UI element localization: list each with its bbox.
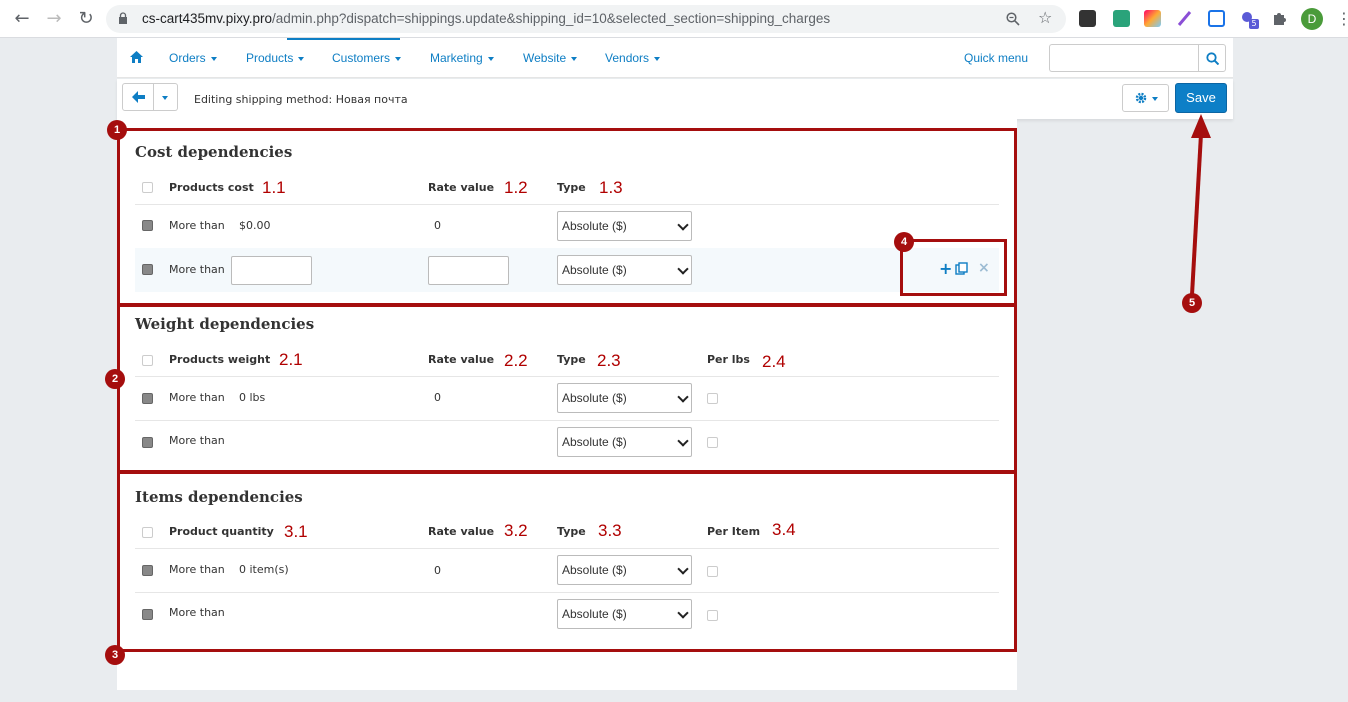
annotation-label: 2.3: [597, 351, 621, 370]
annotation-label: 2.4: [762, 352, 786, 371]
url-text: cs-cart435mv.pixy.pro/admin.php?dispatch…: [142, 11, 831, 26]
annotation-box-cost: [117, 128, 1017, 306]
settings-dropdown-button[interactable]: [1122, 84, 1169, 112]
annotation-box-items: [117, 471, 1017, 652]
annotation-badge-1: 1: [107, 120, 127, 140]
feather-extension-icon[interactable]: [1176, 10, 1193, 27]
annotation-label: 3.4: [772, 520, 796, 539]
nav-website[interactable]: Website: [523, 51, 578, 65]
annotation-badge-3: 3: [105, 645, 125, 665]
annotation-label: 2.1: [279, 350, 303, 369]
mail-extension-icon[interactable]: [1113, 10, 1130, 27]
selenium-extension-icon[interactable]: [1079, 10, 1096, 27]
arrow-left-icon: [132, 91, 145, 103]
annotation-arrow: [1190, 114, 1211, 296]
admin-search-input[interactable]: [1049, 44, 1199, 72]
browser-toolbar: ← → ↻ cs-cart435mv.pixy.pro/admin.php?di…: [0, 0, 1348, 38]
annotation-label: 2.2: [504, 351, 528, 370]
annotation-box-weight: [117, 304, 1017, 473]
back-arrow-icon[interactable]: ←: [12, 9, 32, 29]
puzzle-extensions-icon[interactable]: [1271, 10, 1288, 27]
page-title: Editing shipping method: Новая почта: [194, 93, 408, 106]
quick-menu-link[interactable]: Quick menu: [964, 51, 1028, 65]
settings-extension-icon[interactable]: 5: [1240, 10, 1259, 29]
annotation-badge-2: 2: [105, 369, 125, 389]
address-bar[interactable]: cs-cart435mv.pixy.pro/admin.php?dispatch…: [106, 5, 1066, 33]
annotation-box-row-actions: [900, 239, 1007, 296]
nav-orders[interactable]: Orders: [169, 51, 217, 65]
action-toolbar: Editing shipping method: Новая почта Sav…: [117, 79, 1233, 119]
home-icon[interactable]: [130, 51, 143, 63]
annotation-label: 3.2: [504, 521, 528, 540]
nav-marketing[interactable]: Marketing: [430, 51, 494, 65]
image-extension-icon[interactable]: [1208, 10, 1225, 27]
annotation-badge-4: 4: [894, 232, 914, 252]
lock-icon: [119, 12, 127, 24]
annotation-label: 3.3: [598, 521, 622, 540]
search-icon: [1206, 52, 1219, 65]
back-button[interactable]: [122, 83, 154, 111]
chevron-down-icon: [162, 96, 168, 100]
zoom-icon[interactable]: [1006, 12, 1020, 26]
nav-active-indicator: [287, 38, 400, 40]
search-button[interactable]: [1198, 44, 1226, 72]
profile-avatar[interactable]: D: [1301, 8, 1323, 30]
admin-top-nav: Orders Products Customers Marketing Webs…: [117, 38, 1233, 78]
extension-badge: 5: [1249, 19, 1259, 29]
more-menu-icon[interactable]: ⋮: [1336, 9, 1348, 28]
nav-customers[interactable]: Customers: [332, 51, 402, 65]
save-button[interactable]: Save: [1175, 83, 1227, 113]
nav-products[interactable]: Products: [246, 51, 305, 65]
reload-icon[interactable]: ↻: [76, 9, 96, 29]
annotation-label: 1.3: [599, 178, 623, 197]
annotation-label: 3.1: [284, 522, 308, 541]
annotation-label: 1.1: [262, 178, 286, 197]
star-icon[interactable]: ☆: [1038, 8, 1052, 27]
nav-vendors[interactable]: Vendors: [605, 51, 661, 65]
back-dropdown-button[interactable]: [154, 83, 178, 111]
color-extension-icon[interactable]: [1144, 10, 1161, 27]
caret-down-icon: [1152, 97, 1158, 101]
annotation-label: 1.2: [504, 178, 528, 197]
gear-icon: [1135, 92, 1147, 104]
forward-arrow-icon[interactable]: →: [44, 9, 64, 29]
